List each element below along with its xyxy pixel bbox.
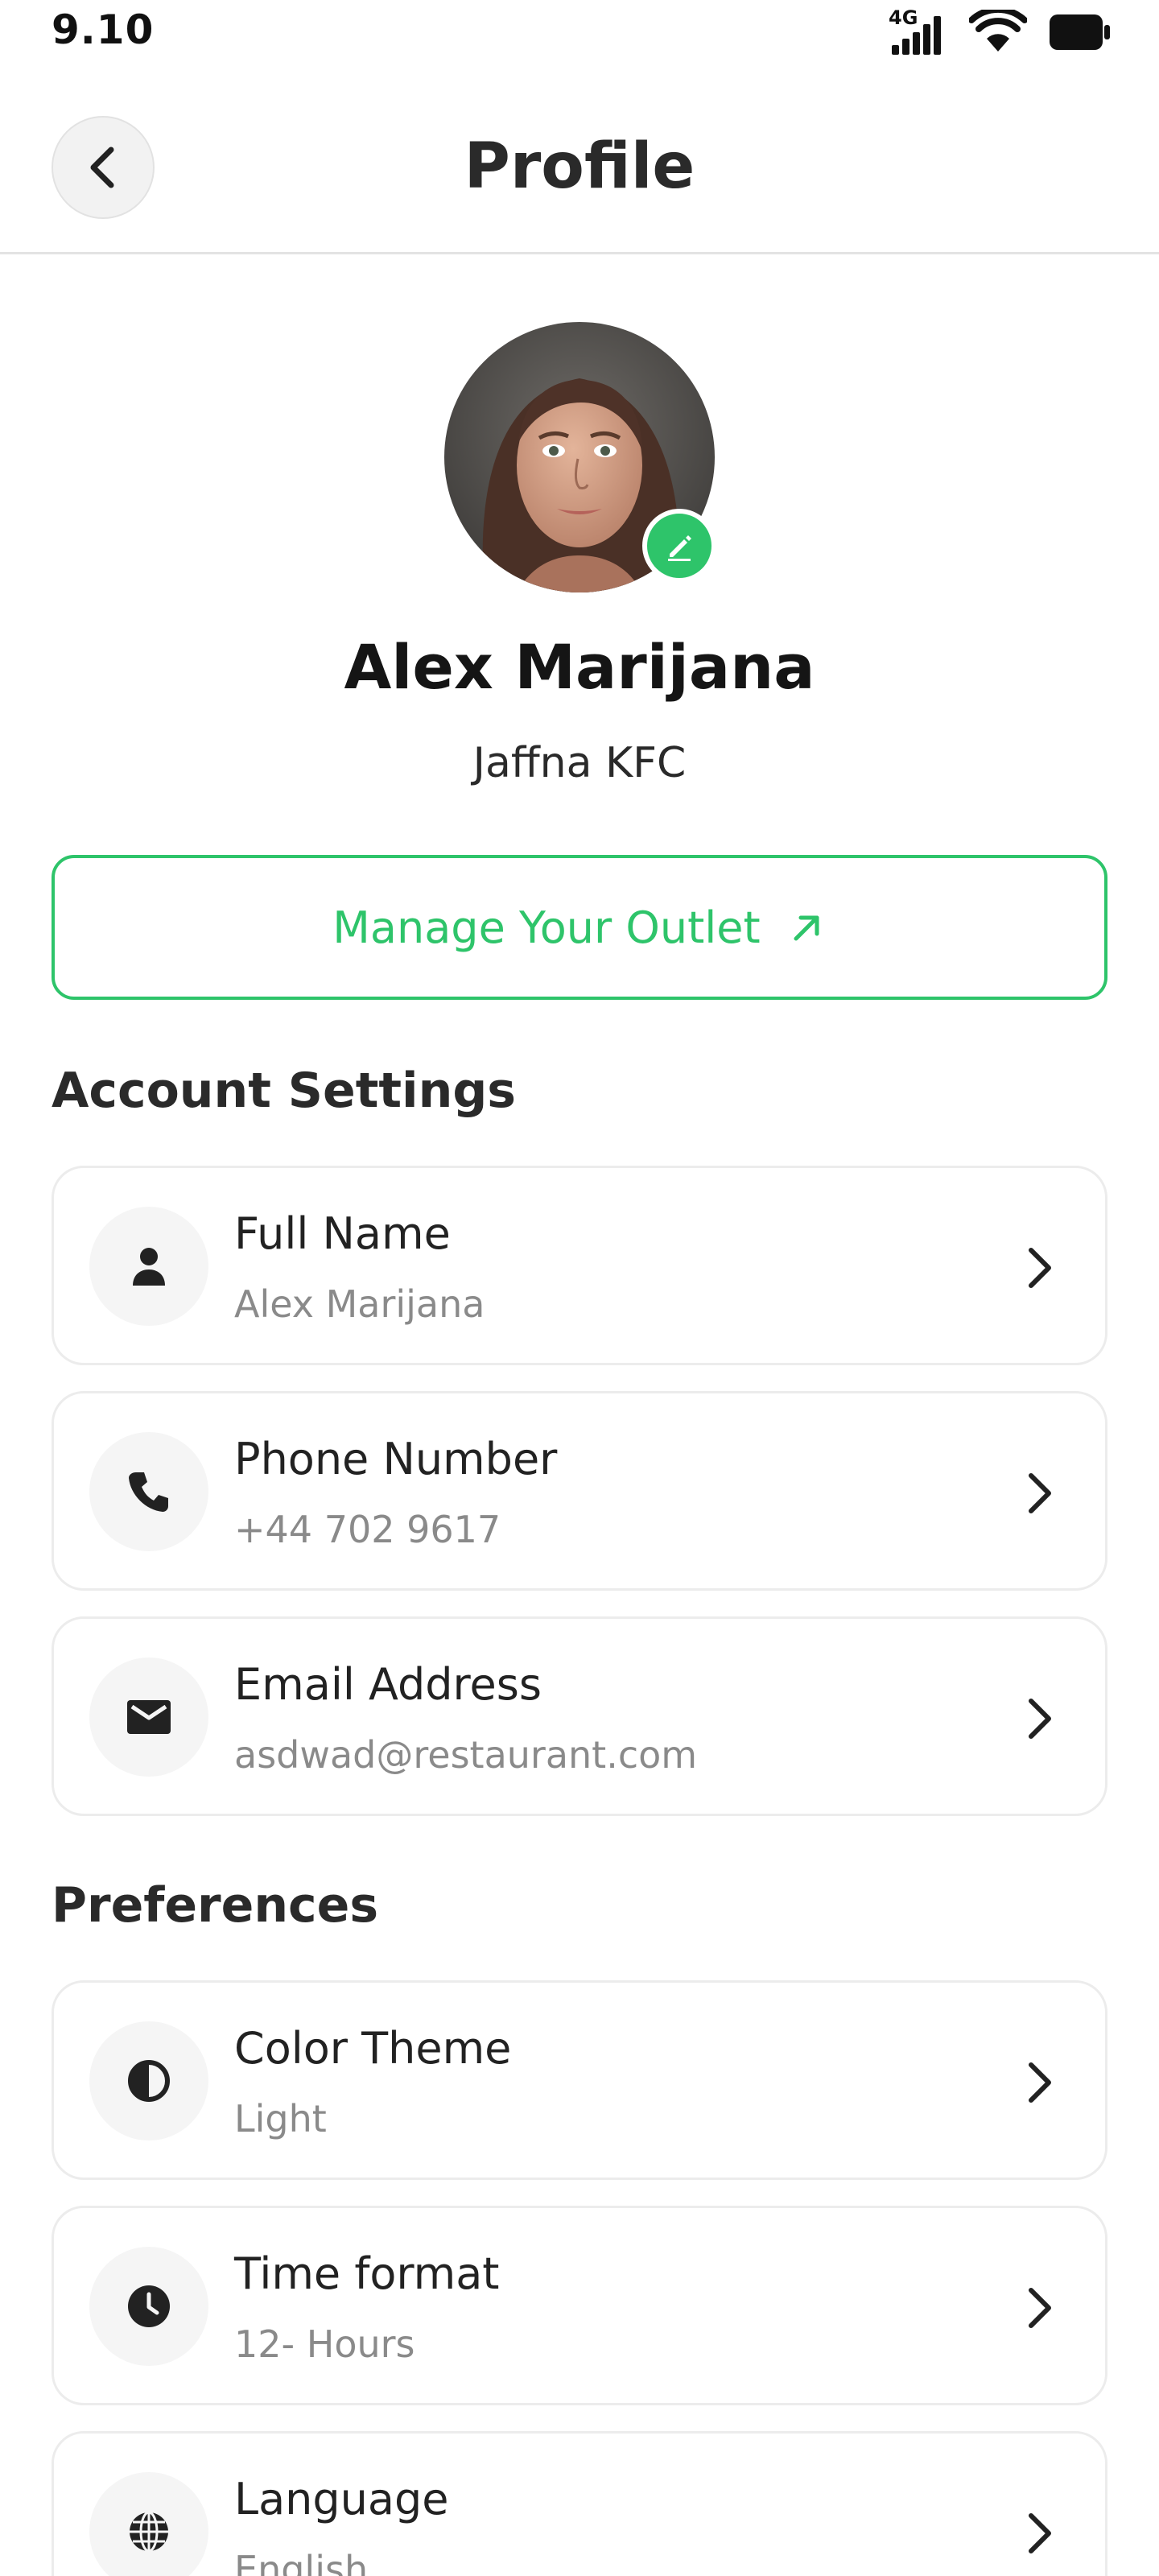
mail-icon-wrap: [89, 1657, 208, 1777]
time-format-item[interactable]: Time format 12- Hours: [52, 2206, 1107, 2405]
pencil-icon: [668, 535, 691, 561]
phone-number-item[interactable]: Phone Number +44 702 9617: [52, 1391, 1107, 1591]
app-header: Profile: [0, 89, 1159, 254]
email-address-label: Email Address: [234, 1659, 542, 1710]
color-theme-label: Color Theme: [234, 2023, 512, 2074]
full-name-value: Alex Marijana: [234, 1282, 485, 1326]
contrast-icon-wrap: [89, 2021, 208, 2140]
color-theme-item[interactable]: Color Theme Light: [52, 1980, 1107, 2180]
time-format-label: Time format: [234, 2248, 500, 2299]
profile-name: Alex Marijana: [344, 631, 815, 703]
globe-icon-wrap: [89, 2472, 208, 2576]
status-icons: 4G: [889, 6, 1111, 58]
language-item[interactable]: Language English: [52, 2431, 1107, 2576]
phone-number-value: +44 702 9617: [234, 1508, 501, 1551]
network-type: 4G: [889, 6, 918, 29]
edit-avatar-button[interactable]: [642, 509, 716, 583]
chevron-right-icon: [1029, 1699, 1051, 1739]
page-title: Profile: [464, 130, 695, 203]
mail-icon: [127, 1700, 171, 1734]
status-time: 9.10: [52, 6, 155, 53]
preferences-title: Preferences: [52, 1877, 379, 1934]
phone-number-label: Phone Number: [234, 1434, 558, 1484]
clock-icon: [128, 2285, 170, 2327]
full-name-item[interactable]: Full Name Alex Marijana: [52, 1166, 1107, 1365]
battery-icon: [1050, 14, 1110, 50]
language-value: English: [234, 2548, 369, 2576]
person-icon-wrap: [89, 1207, 208, 1326]
phone-icon: [129, 1472, 168, 1512]
person-icon: [133, 1248, 165, 1286]
arrow-up-right-icon: [794, 915, 819, 941]
color-theme-value: Light: [234, 2097, 327, 2140]
account-settings-title: Account Settings: [52, 1063, 517, 1119]
email-address-item[interactable]: Email Address asdwad@restaurant.com: [52, 1616, 1107, 1816]
manage-outlet-button[interactable]: Manage Your Outlet: [52, 855, 1107, 1000]
email-address-value: asdwad@restaurant.com: [234, 1733, 698, 1777]
profile-outlet: Jaffna KFC: [472, 739, 687, 787]
full-name-label: Full Name: [234, 1208, 451, 1259]
manage-outlet-label: Manage Your Outlet: [332, 902, 761, 953]
chevron-right-icon: [1029, 2288, 1051, 2328]
phone-icon-wrap: [89, 1432, 208, 1551]
chevron-right-icon: [1029, 2513, 1051, 2553]
clock-icon-wrap: [89, 2247, 208, 2366]
chevron-right-icon: [1029, 2062, 1051, 2103]
status-bar: 9.10 4G: [0, 0, 1159, 64]
signal-icon: 4G: [889, 6, 947, 58]
chevron-right-icon: [1029, 1473, 1051, 1513]
wifi-icon: [969, 10, 1027, 52]
globe-icon: [130, 2511, 168, 2553]
language-label: Language: [234, 2474, 449, 2524]
time-format-value: 12- Hours: [234, 2322, 415, 2366]
contrast-icon: [128, 2060, 170, 2102]
profile-avatar[interactable]: [444, 322, 716, 592]
chevron-right-icon: [1029, 1248, 1051, 1288]
